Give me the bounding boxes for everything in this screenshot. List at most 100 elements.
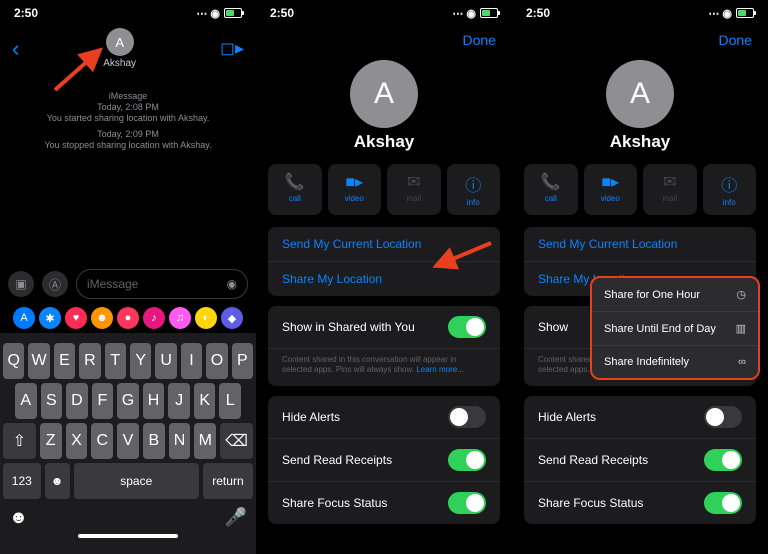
app-icon[interactable]: A bbox=[13, 307, 35, 329]
key-w[interactable]: W bbox=[28, 343, 49, 379]
key-i[interactable]: I bbox=[181, 343, 202, 379]
key-b[interactable]: B bbox=[143, 423, 165, 459]
space-key[interactable]: space bbox=[74, 463, 199, 499]
toggle-icon[interactable] bbox=[448, 449, 486, 471]
shared-note: Content shared in this conversation will… bbox=[268, 349, 500, 386]
key-n[interactable]: N bbox=[169, 423, 191, 459]
info-icon: ⓘ bbox=[721, 172, 737, 196]
key-row-3-letters: ZXCVBNM bbox=[40, 423, 216, 459]
key-l[interactable]: L bbox=[219, 383, 241, 419]
key-c[interactable]: C bbox=[91, 423, 113, 459]
hide-alerts-toggle[interactable]: Hide Alerts bbox=[524, 396, 756, 439]
key-row-2: ASDFGHJKL bbox=[3, 383, 253, 419]
key-u[interactable]: U bbox=[155, 343, 176, 379]
toggle-icon[interactable] bbox=[448, 492, 486, 514]
share-indefinitely[interactable]: Share Indefinitely∞ bbox=[592, 346, 758, 378]
focus-toggle[interactable]: Share Focus Status bbox=[524, 482, 756, 524]
home-indicator[interactable] bbox=[78, 534, 178, 538]
status-bar: 2:50 ⋯ ◉ bbox=[512, 0, 768, 26]
key-d[interactable]: D bbox=[66, 383, 88, 419]
status-time: 2:50 bbox=[526, 6, 550, 20]
apps-button[interactable]: Ⓐ bbox=[42, 271, 68, 297]
toggle-icon[interactable] bbox=[704, 449, 742, 471]
conversation[interactable]: iMessage Today, 2:08 PM You started shar… bbox=[0, 75, 256, 265]
toggle-icon[interactable] bbox=[448, 316, 486, 338]
app-icon[interactable]: ✱ bbox=[39, 307, 61, 329]
facetime-button[interactable]: ◻▸ bbox=[220, 38, 244, 59]
app-icon[interactable]: ● bbox=[117, 307, 139, 329]
video-button[interactable]: ■▸video bbox=[328, 164, 382, 215]
wifi-icon: ⋯ ◉ bbox=[708, 7, 732, 20]
shared-card: Show in Shared with You Content shared i… bbox=[268, 306, 500, 386]
call-button[interactable]: 📞call bbox=[524, 164, 578, 215]
share-duration-menu: Share for One Hour◷ Share Until End of D… bbox=[590, 276, 760, 380]
back-button[interactable]: ‹ bbox=[12, 36, 19, 62]
settings-card: Hide Alerts Send Read Receipts Share Foc… bbox=[524, 396, 756, 524]
key-s[interactable]: S bbox=[41, 383, 63, 419]
key-g[interactable]: G bbox=[117, 383, 139, 419]
key-m[interactable]: M bbox=[194, 423, 216, 459]
shift-key[interactable]: ⇧ bbox=[3, 423, 36, 459]
focus-toggle[interactable]: Share Focus Status bbox=[268, 482, 500, 524]
done-button[interactable]: Done bbox=[256, 26, 512, 54]
numbers-key[interactable]: 123 bbox=[3, 463, 41, 499]
shared-with-you-toggle[interactable]: Show in Shared with You bbox=[268, 306, 500, 349]
key-a[interactable]: A bbox=[15, 383, 37, 419]
learn-more-link[interactable]: Learn more... bbox=[416, 365, 464, 374]
backspace-key[interactable]: ⌫ bbox=[220, 423, 253, 459]
share-end-of-day[interactable]: Share Until End of Day▥ bbox=[592, 312, 758, 346]
status-bar: 2:50 ⋯ ◉ bbox=[256, 0, 512, 26]
app-icon[interactable]: ♫ bbox=[169, 307, 191, 329]
emoji-key[interactable]: ☻ bbox=[45, 463, 70, 499]
video-button[interactable]: ■▸video bbox=[584, 164, 638, 215]
key-r[interactable]: R bbox=[79, 343, 100, 379]
dictate-icon[interactable]: ◉ bbox=[227, 277, 237, 291]
key-t[interactable]: T bbox=[105, 343, 126, 379]
action-buttons: 📞call ■▸video ✉mail ⓘinfo bbox=[256, 164, 512, 215]
share-one-hour[interactable]: Share for One Hour◷ bbox=[592, 278, 758, 312]
info-button[interactable]: ⓘinfo bbox=[703, 164, 757, 215]
info-button[interactable]: ⓘinfo bbox=[447, 164, 501, 215]
battery-icon bbox=[224, 8, 242, 18]
camera-button[interactable]: ▣ bbox=[8, 271, 34, 297]
toggle-icon[interactable] bbox=[704, 406, 742, 428]
app-icon[interactable]: ◆ bbox=[221, 307, 243, 329]
avatar[interactable]: A bbox=[350, 60, 418, 128]
toggle-icon[interactable] bbox=[704, 492, 742, 514]
avatar[interactable]: A bbox=[606, 60, 674, 128]
hide-alerts-toggle[interactable]: Hide Alerts bbox=[268, 396, 500, 439]
battery-icon bbox=[736, 8, 754, 18]
key-j[interactable]: J bbox=[168, 383, 190, 419]
key-z[interactable]: Z bbox=[40, 423, 62, 459]
done-button[interactable]: Done bbox=[512, 26, 768, 54]
key-f[interactable]: F bbox=[92, 383, 114, 419]
panel-chat: 2:50 ⋯ ◉ ‹ A Akshay ◻▸ iMessage Today, 2… bbox=[0, 0, 256, 554]
return-key[interactable]: return bbox=[203, 463, 253, 499]
key-o[interactable]: O bbox=[206, 343, 227, 379]
key-h[interactable]: H bbox=[143, 383, 165, 419]
key-x[interactable]: X bbox=[66, 423, 88, 459]
wifi-icon: ⋯ ◉ bbox=[196, 7, 220, 20]
mic-icon[interactable]: 🎤 bbox=[225, 507, 247, 528]
read-receipts-toggle[interactable]: Send Read Receipts bbox=[524, 439, 756, 482]
app-icon[interactable]: ◐ bbox=[195, 307, 217, 329]
app-icon[interactable]: ♪ bbox=[143, 307, 165, 329]
key-y[interactable]: Y bbox=[130, 343, 151, 379]
key-q[interactable]: Q bbox=[3, 343, 24, 379]
key-p[interactable]: P bbox=[232, 343, 253, 379]
keyboard: QWERTYUIOP ASDFGHJKL ⇧ ZXCVBNM ⌫ 123 ☻ s… bbox=[0, 333, 256, 554]
toggle-icon[interactable] bbox=[448, 406, 486, 428]
send-location[interactable]: Send My Current Location bbox=[524, 227, 756, 262]
app-icon[interactable]: ♥ bbox=[65, 307, 87, 329]
key-v[interactable]: V bbox=[117, 423, 139, 459]
emoji-icon[interactable]: ☻ bbox=[9, 507, 28, 528]
key-k[interactable]: K bbox=[194, 383, 216, 419]
infinity-icon: ∞ bbox=[738, 356, 746, 368]
app-icon[interactable]: ☻ bbox=[91, 307, 113, 329]
call-button[interactable]: 📞call bbox=[268, 164, 322, 215]
message-input[interactable]: iMessage ◉ bbox=[76, 269, 248, 299]
chat-header: ‹ A Akshay ◻▸ bbox=[0, 26, 256, 75]
read-receipts-toggle[interactable]: Send Read Receipts bbox=[268, 439, 500, 482]
key-e[interactable]: E bbox=[54, 343, 75, 379]
app-strip[interactable]: A✱♥☻●♪♫◐◆ bbox=[0, 303, 256, 333]
